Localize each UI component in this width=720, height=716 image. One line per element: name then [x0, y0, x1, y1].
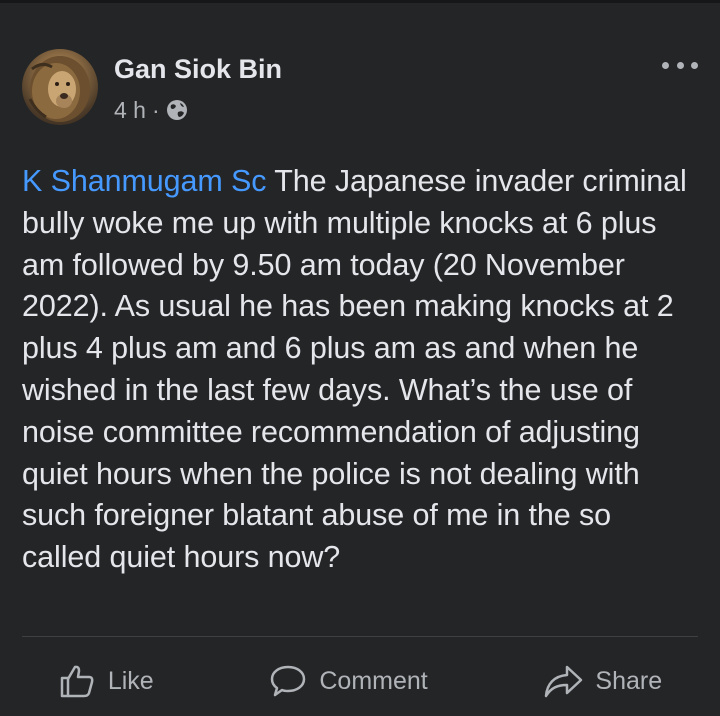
separator-dot: ·	[151, 97, 160, 123]
post-subline: 4 h ·	[114, 96, 282, 124]
action-bar: Like Comment Share	[0, 655, 720, 707]
like-label: Like	[107, 666, 154, 695]
post-time[interactable]: 4 h	[114, 96, 146, 124]
post-meta: Gan Siok Bin 4 h ·	[114, 52, 282, 124]
more-dot-icon	[676, 61, 684, 69]
facebook-post: Gan Siok Bin 4 h · K Shanmugam Sc The Ja…	[0, 0, 720, 716]
post-header: Gan Siok Bin 4 h ·	[22, 49, 282, 125]
comment-icon	[271, 665, 306, 697]
share-label: Share	[595, 666, 663, 695]
post-text: The Japanese invader criminal bully woke…	[22, 164, 687, 575]
comment-label: Comment	[319, 666, 428, 695]
more-dot-icon	[691, 61, 698, 69]
mention-link[interactable]: K Shanmugam Sc	[22, 164, 267, 198]
like-button[interactable]: Like	[58, 655, 154, 707]
author-name[interactable]: Gan Siok Bin	[114, 52, 282, 86]
globe-icon[interactable]	[166, 99, 188, 121]
share-icon	[545, 665, 583, 698]
avatar[interactable]	[22, 49, 98, 125]
more-options-button[interactable]	[662, 55, 698, 75]
thumbs-up-icon	[60, 665, 94, 698]
more-dot-icon	[662, 61, 669, 69]
comment-button[interactable]: Comment	[269, 655, 428, 707]
post-body: K Shanmugam Sc The Japanese invader crim…	[22, 161, 698, 579]
share-button[interactable]: Share	[543, 655, 662, 707]
actions-divider	[22, 636, 698, 637]
